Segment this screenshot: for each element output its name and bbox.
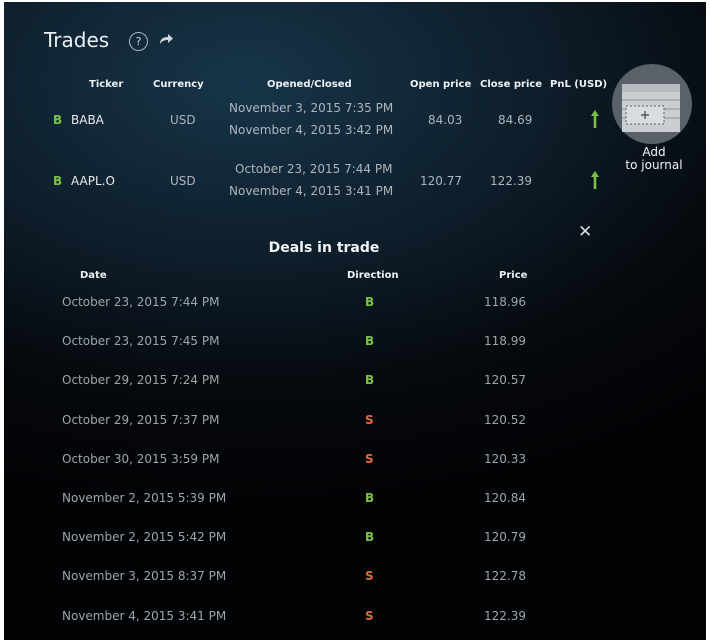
col-close-price: Close price xyxy=(480,79,543,90)
deal-row: November 2, 2015 5:39 PM B 120.84 xyxy=(4,491,704,530)
col-direction: Direction xyxy=(347,270,399,281)
arrow-up-icon xyxy=(591,171,599,189)
deal-price: 122.78 xyxy=(484,569,526,584)
deal-direction: S xyxy=(365,569,374,584)
deal-date: November 2, 2015 5:39 PM xyxy=(62,491,227,505)
journal-add-icon xyxy=(622,84,680,132)
deal-date: October 30, 2015 3:59 PM xyxy=(62,451,220,466)
trade-ticker: BABA xyxy=(71,113,104,127)
close-icon[interactable]: ✕ xyxy=(578,222,592,242)
col-currency: Currency xyxy=(153,79,204,90)
col-pnl: PnL (USD) xyxy=(550,79,608,90)
deal-direction: B xyxy=(365,295,375,309)
help-icon[interactable]: ? xyxy=(129,32,148,51)
deal-price: 118.96 xyxy=(484,295,526,309)
col-opened-closed: Opened/Closed xyxy=(267,79,352,90)
col-open-price: Open price xyxy=(410,79,472,90)
deal-direction: B xyxy=(365,373,375,388)
deal-row: October 30, 2015 3:59 PM S 120.33 xyxy=(4,452,704,491)
trade-side: B xyxy=(53,113,63,127)
trade-open-price: 84.03 xyxy=(428,113,463,127)
trade-side: B xyxy=(53,174,63,188)
deal-row: October 29, 2015 7:24 PM B 120.57 xyxy=(4,373,704,412)
page-title: Trades xyxy=(44,28,110,52)
add-to-journal-label[interactable]: Add to journal xyxy=(614,146,694,172)
deals-title: Deals in trade xyxy=(268,240,380,256)
trade-currency: USD xyxy=(170,113,196,127)
deal-price: 120.84 xyxy=(484,491,526,505)
trade-opened: November 3, 2015 7:35 PM xyxy=(229,101,394,115)
deal-date: October 23, 2015 7:45 PM xyxy=(62,334,220,349)
share-icon[interactable] xyxy=(158,32,174,46)
trade-close-price: 122.39 xyxy=(490,174,532,188)
deal-date: November 3, 2015 8:37 PM xyxy=(62,569,227,584)
deal-price: 120.52 xyxy=(484,412,526,427)
col-date: Date xyxy=(80,270,107,281)
trade-closed: November 4, 2015 3:42 PM xyxy=(229,123,394,137)
deal-date: October 29, 2015 7:37 PM xyxy=(62,412,220,427)
trade-opened: October 23, 2015 7:44 PM xyxy=(235,162,393,176)
deal-price: 118.99 xyxy=(484,334,526,349)
deal-price: 120.33 xyxy=(484,451,526,466)
deal-direction: B xyxy=(365,491,375,505)
trades-panel: Trades ? Ticker Currency Opened/Closed O… xyxy=(4,2,706,640)
trade-ticker: AAPL.O xyxy=(71,174,115,188)
deal-price: 120.57 xyxy=(484,373,526,388)
deal-direction: S xyxy=(365,608,374,623)
deal-row: November 4, 2015 3:41 PM S 122.39 xyxy=(4,609,704,640)
col-price: Price xyxy=(499,270,528,281)
trade-close-price: 84.69 xyxy=(498,113,533,127)
trade-open-price: 120.77 xyxy=(420,174,462,188)
deal-date: October 29, 2015 7:24 PM xyxy=(62,373,220,388)
add-to-journal-button[interactable] xyxy=(612,64,692,144)
deal-date: November 2, 2015 5:42 PM xyxy=(62,530,227,545)
deal-row: November 2, 2015 5:42 PM B 120.79 xyxy=(4,530,704,569)
arrow-up-icon xyxy=(591,110,599,128)
deal-date: October 23, 2015 7:44 PM xyxy=(62,295,220,309)
deal-row: October 29, 2015 7:37 PM S 120.52 xyxy=(4,413,704,452)
deal-price: 120.79 xyxy=(484,530,526,545)
col-ticker: Ticker xyxy=(89,79,124,90)
deal-direction: S xyxy=(365,451,374,466)
trade-currency: USD xyxy=(170,174,196,188)
deal-price: 122.39 xyxy=(484,608,526,623)
deal-direction: B xyxy=(365,334,375,349)
deal-direction: B xyxy=(365,530,375,545)
deal-row: November 3, 2015 8:37 PM S 122.78 xyxy=(4,569,704,608)
deal-date: November 4, 2015 3:41 PM xyxy=(62,608,227,623)
deal-direction: S xyxy=(365,412,374,427)
trade-closed: November 4, 2015 3:41 PM xyxy=(229,184,394,198)
deal-row: October 23, 2015 7:44 PM B 118.96 xyxy=(4,295,704,334)
deal-row: October 23, 2015 7:45 PM B 118.99 xyxy=(4,334,704,373)
